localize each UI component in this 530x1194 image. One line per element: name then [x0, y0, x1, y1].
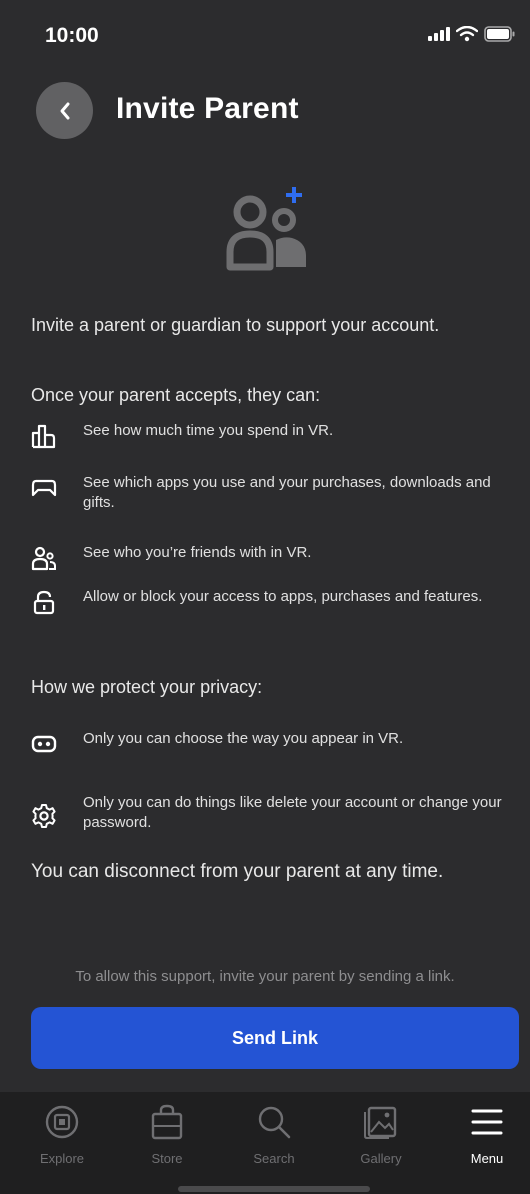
store-icon: [151, 1104, 183, 1140]
search-icon: [258, 1106, 291, 1139]
tab-bar: Explore Store Search Gallery Menu: [0, 1092, 530, 1194]
lock-icon: [33, 590, 55, 615]
tab-gallery[interactable]: Gallery: [341, 1104, 421, 1166]
tab-label: Gallery: [360, 1151, 402, 1166]
send-link-button[interactable]: Send Link: [31, 1007, 519, 1069]
list-item: See which apps you use and your purchase…: [31, 473, 503, 513]
list-item: See who you’re friends with in VR.: [31, 543, 503, 571]
page-title: Invite Parent: [116, 92, 299, 125]
tab-label: Store: [151, 1151, 183, 1166]
tab-search[interactable]: Search: [234, 1104, 314, 1166]
intro-text: Invite a parent or guardian to support y…: [31, 315, 440, 335]
tab-label: Explore: [39, 1151, 85, 1166]
privacy-title: How we protect your privacy:: [31, 677, 263, 697]
status-time: 10:00: [45, 24, 99, 47]
list-item-text: Only you can do things like delete your …: [83, 794, 502, 831]
add-friend-icon: [226, 187, 306, 271]
footer-note: To allow this support, invite your paren…: [75, 968, 455, 985]
list-item: Only you can choose the way you appear i…: [31, 729, 503, 757]
battery-icon: [484, 26, 515, 42]
chart-icon: [31, 424, 56, 449]
tab-label: Search: [253, 1151, 295, 1166]
tab-explore[interactable]: Explore: [22, 1104, 102, 1166]
gallery-icon: [364, 1106, 397, 1139]
tab-menu[interactable]: Menu: [447, 1104, 527, 1166]
list-item-text: Allow or block your access to apps, purc…: [83, 588, 483, 605]
wifi-icon: [456, 26, 478, 42]
list-item-text: See which apps you use and your purchase…: [83, 474, 491, 511]
list-item: See how much time you spend in VR.: [31, 421, 503, 449]
status-icons: [428, 26, 516, 42]
list-item: Only you can do things like delete your …: [31, 793, 503, 833]
header: Invite Parent: [0, 82, 530, 140]
headset-icon: [31, 735, 57, 753]
gear-icon: [32, 804, 56, 828]
signal-icon: [428, 27, 450, 41]
intro-section: Invite a parent or guardian to support y…: [31, 312, 506, 338]
list-item-text: See who you’re friends with in VR.: [83, 544, 312, 561]
list-item-text: See how much time you spend in VR.: [83, 422, 334, 439]
home-indicator: [178, 1186, 370, 1192]
status-bar: 10:00: [0, 0, 530, 74]
disconnect-note: You can disconnect from your parent at a…: [31, 861, 444, 882]
tab-store[interactable]: Store: [127, 1104, 207, 1166]
menu-icon: [471, 1109, 503, 1135]
chevron-left-icon: [60, 102, 69, 119]
controller-icon: [31, 479, 57, 497]
list-item-text: Only you can choose the way you appear i…: [83, 730, 404, 747]
friends-icon: [31, 546, 56, 571]
tab-label: Menu: [470, 1151, 504, 1166]
back-button[interactable]: [36, 82, 93, 139]
list-item: Allow or block your access to apps, purc…: [31, 587, 503, 615]
accepts-title: Once your parent accepts, they can:: [31, 385, 321, 405]
explore-icon: [45, 1105, 79, 1139]
